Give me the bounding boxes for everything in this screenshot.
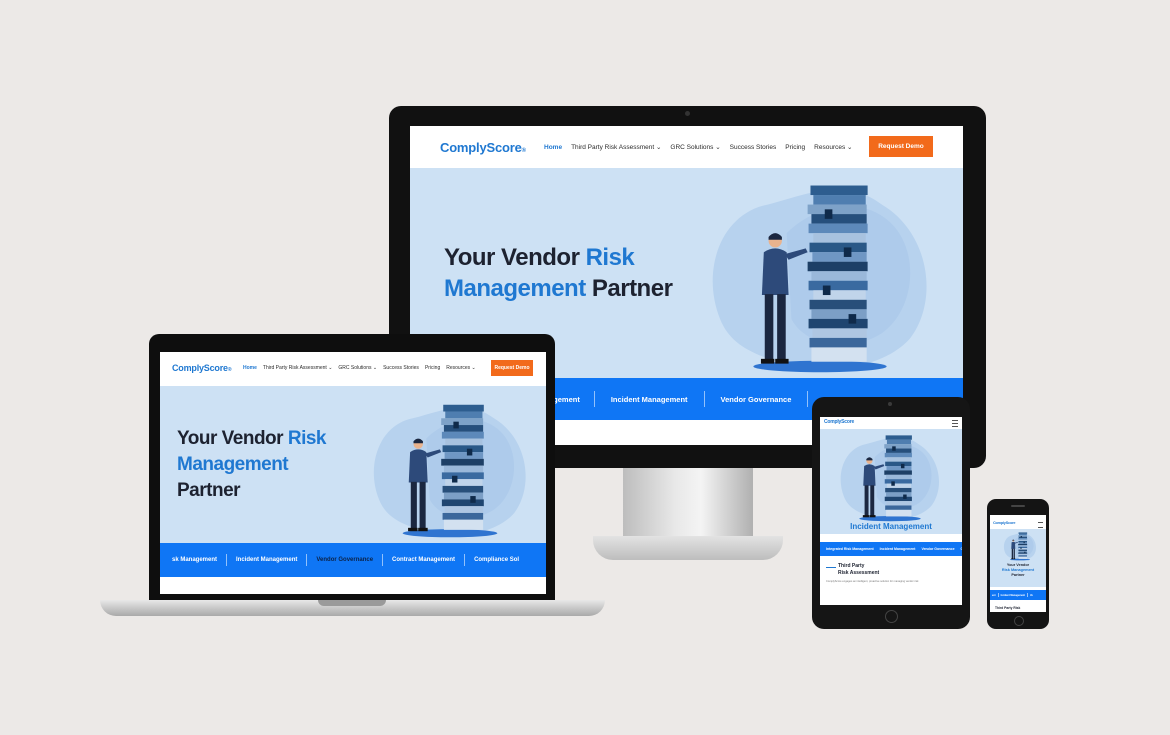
strip-item[interactable]: Co [961, 547, 962, 551]
divider [1027, 593, 1029, 597]
hero-line-2: Management Partner [444, 275, 673, 302]
nav-success-stories[interactable]: Success Stories [383, 365, 419, 371]
monitor-neck [623, 468, 753, 538]
services-strip: ent Incident Management Ve [990, 590, 1046, 600]
laptop-notch [318, 600, 386, 606]
section-accent-line [826, 567, 836, 568]
section-body-text: ComplyScore engages an intelligent, proa… [826, 580, 919, 583]
nav-resources[interactable]: Resources ⌄ [814, 143, 852, 151]
jenga-illustration [373, 404, 526, 538]
main-nav: Home Third Party Risk Assessment ⌄ GRC S… [243, 365, 476, 371]
nav-third-party-risk-assessment[interactable]: Third Party Risk Assessment ⌄ [263, 365, 333, 371]
site-header: ComplyScore [990, 515, 1046, 529]
request-demo-button[interactable]: Request Demo [491, 360, 533, 376]
divider [464, 554, 466, 566]
strip-item[interactable]: Incident Management [880, 547, 916, 551]
site-header: ComplyScore [820, 417, 962, 429]
nav-grc-solutions[interactable]: GRC Solutions ⌄ [338, 365, 377, 371]
logo-mark: ® [521, 148, 526, 154]
phone-speaker [1011, 505, 1025, 507]
strip-item[interactable]: Vendor Governance [721, 395, 792, 404]
nav-success-stories[interactable]: Success Stories [730, 144, 777, 151]
hero-line-2: Management [177, 454, 289, 475]
strip-item[interactable]: Integrated Risk Management [826, 547, 874, 551]
strip-item[interactable]: Vendor Governance [316, 557, 373, 563]
strip-item[interactable]: Ve [1030, 594, 1033, 597]
hero-headline: Your Vendor Risk Management Partner [1001, 563, 1035, 577]
divider [703, 391, 705, 407]
home-button[interactable] [885, 610, 898, 623]
hero-line-1: Your Vendor Risk [177, 428, 326, 449]
services-strip: Integrated Risk Management Incident Mana… [820, 542, 962, 556]
brand-logo[interactable]: ComplyScore® [440, 140, 526, 155]
divider [997, 593, 999, 597]
section-title: Third Party Risk [995, 606, 1021, 610]
nav-home[interactable]: Home [243, 365, 257, 371]
divider [306, 554, 308, 566]
nav-third-party-risk-assessment[interactable]: Third Party Risk Assessment ⌄ [571, 143, 661, 151]
chevron-down-icon: ⌄ [372, 365, 378, 371]
site-header: ComplyScore® Home Third Party Risk Asses… [160, 352, 546, 386]
tablet-screen: ComplyScore Incident Management Integrat… [820, 417, 962, 605]
hero-headline: Your Vendor Risk Management Partner [444, 242, 673, 304]
nav-pricing[interactable]: Pricing [425, 365, 440, 371]
jenga-illustration [1003, 532, 1036, 561]
smartphone: ComplyScore Your Vendor Risk Management … [987, 499, 1049, 629]
nav-pricing[interactable]: Pricing [785, 144, 805, 151]
brand-logo[interactable]: ComplyScore [993, 521, 1015, 525]
strip-item[interactable]: Vendor Governance [921, 547, 954, 551]
strip-item[interactable]: Incident Management [611, 395, 688, 404]
hero-section: Your Vendor Risk Management Partner [990, 529, 1046, 587]
chevron-down-icon: ⌄ [655, 144, 662, 151]
hero-section: Your Vendor Risk Management Partner [160, 386, 546, 543]
strip-item[interactable]: Contract Management [392, 557, 455, 563]
chevron-down-icon: ⌄ [328, 365, 333, 371]
divider [382, 554, 384, 566]
divider [226, 554, 228, 566]
logo-text: ComplyScore [440, 140, 522, 155]
phone-screen: ComplyScore Your Vendor Risk Management … [990, 515, 1046, 612]
strip-item[interactable]: Incident Management [1001, 594, 1025, 597]
monitor-base [593, 536, 783, 560]
chevron-down-icon: ⌄ [847, 144, 853, 151]
hero-caption: Incident Management [850, 522, 932, 531]
request-demo-button[interactable]: Request Demo [869, 136, 933, 157]
menu-icon[interactable] [952, 420, 958, 427]
hero-headline: Your Vendor Risk Management Partner [177, 426, 326, 504]
divider [593, 391, 595, 407]
brand-logo[interactable]: ComplyScore® [172, 363, 232, 373]
strip-item[interactable]: sk Management [172, 557, 217, 563]
laptop: ComplyScore® Home Third Party Risk Asses… [149, 334, 555, 600]
nav-home[interactable]: Home [544, 144, 562, 151]
hero-section: Incident Management [820, 429, 962, 534]
nav-resources[interactable]: Resources ⌄ [446, 365, 476, 371]
laptop-screen: ComplyScore® Home Third Party Risk Asses… [160, 352, 546, 594]
divider [807, 391, 809, 407]
chevron-down-icon: ⌄ [471, 365, 476, 371]
section-title: Third Party Risk Assessment [838, 563, 880, 576]
chevron-down-icon: ⌄ [715, 144, 721, 151]
home-button[interactable] [1014, 616, 1024, 626]
menu-icon[interactable] [1038, 522, 1043, 528]
hero-line-1: Your Vendor Risk [444, 244, 635, 271]
brand-logo[interactable]: ComplyScore [824, 419, 854, 425]
camera-dot [685, 111, 690, 116]
tablet: ComplyScore Incident Management Integrat… [812, 397, 970, 629]
nav-grc-solutions[interactable]: GRC Solutions ⌄ [670, 143, 720, 151]
hero-line-3: Partner [177, 480, 241, 501]
jenga-illustration [712, 185, 927, 373]
main-nav: Home Third Party Risk Assessment ⌄ GRC S… [544, 143, 853, 152]
strip-item[interactable]: Compliance Sol [474, 557, 519, 563]
strip-item[interactable]: Incident Management [236, 557, 297, 563]
services-strip: sk Management Incident Management Vendor… [160, 543, 546, 577]
site-header: ComplyScore® Home Third Party Risk Asses… [410, 126, 963, 168]
tablet-camera [888, 402, 892, 406]
strip-item[interactable]: ent [992, 594, 996, 597]
jenga-illustration [840, 435, 940, 522]
